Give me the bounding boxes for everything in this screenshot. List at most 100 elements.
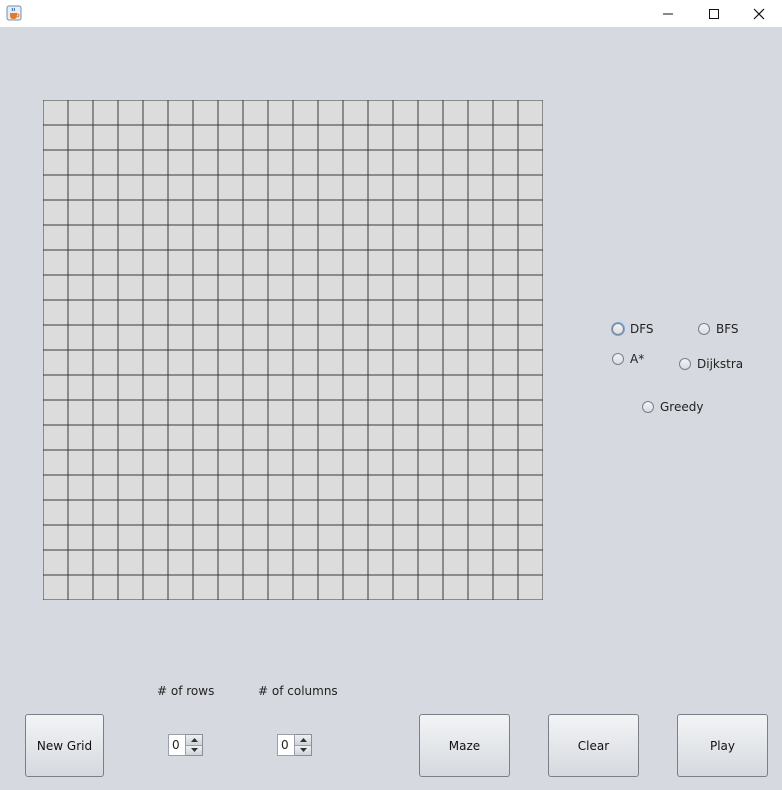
grid-cell[interactable] xyxy=(367,224,394,251)
grid-cell[interactable] xyxy=(192,224,219,251)
grid-cell[interactable] xyxy=(342,149,369,176)
grid-cell[interactable] xyxy=(492,274,519,301)
grid-cell[interactable] xyxy=(117,100,144,126)
grid-cell[interactable] xyxy=(392,399,419,426)
grid-cell[interactable] xyxy=(392,349,419,376)
grid-cell[interactable] xyxy=(67,224,94,251)
close-button[interactable] xyxy=(736,0,782,27)
grid-cell[interactable] xyxy=(142,549,169,576)
grid-cell[interactable] xyxy=(417,499,444,526)
grid-cell[interactable] xyxy=(167,374,194,401)
grid-cell[interactable] xyxy=(67,524,94,551)
grid-cell[interactable] xyxy=(417,349,444,376)
grid-cell[interactable] xyxy=(67,199,94,226)
grid-cell[interactable] xyxy=(467,499,494,526)
clear-button[interactable]: Clear xyxy=(548,714,639,777)
grid-cell[interactable] xyxy=(117,249,144,276)
grid-cell[interactable] xyxy=(192,524,219,551)
grid-cell[interactable] xyxy=(467,349,494,376)
grid-cell[interactable] xyxy=(142,399,169,426)
grid-cell[interactable] xyxy=(442,399,469,426)
grid-cell[interactable] xyxy=(267,174,294,201)
grid-cell[interactable] xyxy=(242,574,269,600)
grid-cell[interactable] xyxy=(92,100,119,126)
grid-cell[interactable] xyxy=(92,349,119,376)
grid-cell[interactable] xyxy=(317,299,344,326)
grid-cell[interactable] xyxy=(517,574,543,600)
columns-spinner-arrows[interactable] xyxy=(295,734,312,756)
grid-cell[interactable] xyxy=(467,249,494,276)
grid-cell[interactable] xyxy=(67,574,94,600)
grid-cell[interactable] xyxy=(242,249,269,276)
radio-circle-dijkstra[interactable] xyxy=(679,358,691,370)
grid-cell[interactable] xyxy=(342,474,369,501)
grid-cell[interactable] xyxy=(43,349,69,376)
grid-cell[interactable] xyxy=(492,174,519,201)
grid-cell[interactable] xyxy=(417,549,444,576)
grid-cell[interactable] xyxy=(292,349,319,376)
grid-cell[interactable] xyxy=(117,549,144,576)
grid-cell[interactable] xyxy=(367,374,394,401)
grid-cell[interactable] xyxy=(67,424,94,451)
grid-cell[interactable] xyxy=(417,424,444,451)
grid-cell[interactable] xyxy=(292,449,319,476)
grid-cell[interactable] xyxy=(417,324,444,351)
grid-cell[interactable] xyxy=(67,374,94,401)
grid-cell[interactable] xyxy=(442,249,469,276)
grid-cell[interactable] xyxy=(92,324,119,351)
grid-cell[interactable] xyxy=(317,424,344,451)
grid-cell[interactable] xyxy=(392,574,419,600)
grid-cell[interactable] xyxy=(117,299,144,326)
grid-cell[interactable] xyxy=(392,299,419,326)
grid-cell[interactable] xyxy=(217,449,244,476)
grid-cell[interactable] xyxy=(67,249,94,276)
grid-cell[interactable] xyxy=(192,549,219,576)
grid-cell[interactable] xyxy=(492,574,519,600)
grid-cell[interactable] xyxy=(442,100,469,126)
grid-cell[interactable] xyxy=(167,424,194,451)
grid-cell[interactable] xyxy=(367,124,394,151)
grid-cell[interactable] xyxy=(367,399,394,426)
grid-cell[interactable] xyxy=(192,399,219,426)
grid-cell[interactable] xyxy=(267,349,294,376)
grid-cell[interactable] xyxy=(492,349,519,376)
grid-cell[interactable] xyxy=(517,349,543,376)
grid-cell[interactable] xyxy=(317,374,344,401)
grid-cell[interactable] xyxy=(417,249,444,276)
grid-cell[interactable] xyxy=(167,274,194,301)
grid-cell[interactable] xyxy=(392,449,419,476)
rows-input[interactable]: 0 xyxy=(168,734,186,756)
grid-cell[interactable] xyxy=(192,424,219,451)
grid-cell[interactable] xyxy=(317,274,344,301)
grid-cell[interactable] xyxy=(267,274,294,301)
radio-greedy[interactable]: Greedy xyxy=(642,398,703,416)
grid-cell[interactable] xyxy=(317,324,344,351)
grid-cell[interactable] xyxy=(167,299,194,326)
grid-cell[interactable] xyxy=(267,524,294,551)
grid-cell[interactable] xyxy=(217,149,244,176)
grid-cell[interactable] xyxy=(342,324,369,351)
grid-cell[interactable] xyxy=(43,199,69,226)
grid-cell[interactable] xyxy=(192,474,219,501)
rows-increment-button[interactable] xyxy=(186,735,202,745)
grid-cell[interactable] xyxy=(142,100,169,126)
grid-cell[interactable] xyxy=(117,124,144,151)
grid-cell[interactable] xyxy=(142,324,169,351)
grid-cell[interactable] xyxy=(142,474,169,501)
grid-cell[interactable] xyxy=(417,274,444,301)
grid-cell[interactable] xyxy=(267,374,294,401)
grid-cell[interactable] xyxy=(242,124,269,151)
grid-cell[interactable] xyxy=(43,524,69,551)
grid-cell[interactable] xyxy=(492,124,519,151)
grid-cell[interactable] xyxy=(367,299,394,326)
grid-cell[interactable] xyxy=(117,349,144,376)
grid-cell[interactable] xyxy=(492,324,519,351)
grid-cell[interactable] xyxy=(292,474,319,501)
grid-cell[interactable] xyxy=(292,174,319,201)
grid-cell[interactable] xyxy=(117,374,144,401)
grid-cell[interactable] xyxy=(92,374,119,401)
grid-cell[interactable] xyxy=(492,399,519,426)
grid-cell[interactable] xyxy=(392,100,419,126)
grid-cell[interactable] xyxy=(142,499,169,526)
grid-cell[interactable] xyxy=(92,524,119,551)
